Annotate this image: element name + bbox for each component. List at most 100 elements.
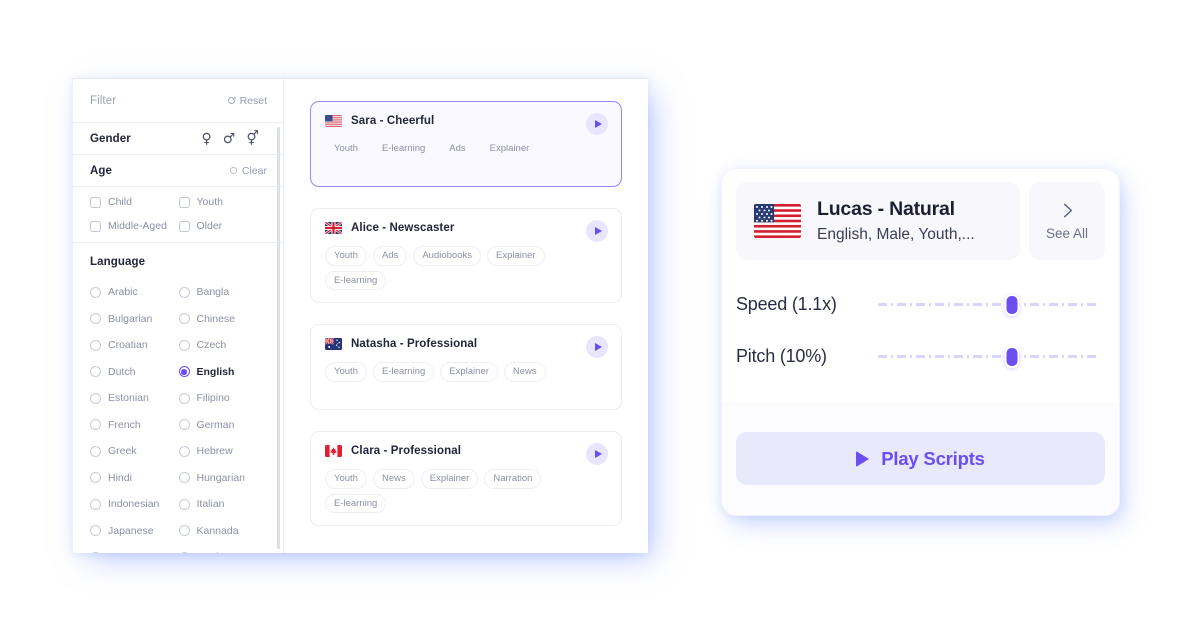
voice-preview-play-button[interactable]	[586, 443, 608, 465]
radio-icon	[178, 392, 190, 404]
radio-icon	[178, 286, 190, 298]
language-option-bangla[interactable]: Bangla	[178, 279, 268, 306]
voice-tag: News	[372, 469, 415, 489]
voice-preview-play-button[interactable]	[586, 220, 608, 242]
age-checkbox-middle-aged[interactable]: Middle-Aged	[90, 220, 179, 232]
play-scripts-button[interactable]: Play Scripts	[736, 432, 1105, 485]
language-option-filipino[interactable]: Filipino	[178, 385, 268, 412]
age-checkbox-child[interactable]: Child	[90, 196, 179, 208]
see-all-button[interactable]: See All	[1029, 182, 1105, 260]
checkbox-icon	[90, 220, 101, 232]
radio-icon	[90, 392, 101, 404]
language-option-japanese[interactable]: Japanese	[90, 518, 179, 545]
radio-icon	[90, 498, 101, 510]
male-icon[interactable]: ♂	[223, 132, 236, 146]
play-icon	[594, 120, 602, 128]
slider-thumb[interactable]	[1004, 294, 1020, 316]
language-option-chinese[interactable]: Chinese	[178, 306, 268, 333]
language-option-label: Indonesian	[108, 498, 160, 511]
language-option-hindi[interactable]: Hindi	[90, 465, 179, 492]
language-option-german[interactable]: German	[178, 412, 268, 439]
voice-card[interactable]: Clara - Professional Youth News Explainer Na…	[310, 431, 622, 526]
voice-tag: News	[503, 362, 546, 382]
voice-card-name: Sara - Cheerful	[351, 115, 435, 127]
language-option-label: Latvian	[197, 551, 231, 553]
language-option-kannada[interactable]: Kannada	[178, 518, 268, 545]
language-option-label: Arabic	[108, 286, 138, 299]
language-option-label: Bulgarian	[108, 312, 153, 325]
language-option-label: Dutch	[108, 365, 136, 378]
slider-thumb[interactable]	[1004, 346, 1020, 368]
voice-card[interactable]: Alice - Newscaster Youth Ads Audiobooks Expl…	[310, 208, 622, 303]
us-flag-icon	[754, 204, 801, 238]
age-label: Middle-Aged	[108, 220, 167, 232]
radio-icon	[90, 419, 101, 431]
slider-label: Speed (1.1x)	[736, 293, 837, 314]
checkbox-icon	[90, 196, 101, 208]
voice-tag: E-learning	[325, 493, 387, 513]
voice-preview-play-button[interactable]	[586, 113, 608, 135]
language-option-label: Filipino	[196, 392, 230, 405]
radio-icon	[90, 525, 101, 537]
voice-tag: Audiobooks	[413, 246, 481, 266]
see-all-label: See All	[1045, 226, 1089, 241]
language-title: Language	[90, 256, 146, 268]
checkbox-icon	[178, 196, 190, 208]
slider-label: Pitch (10%)	[736, 345, 827, 366]
radio-icon	[90, 313, 101, 325]
age-checkbox-older[interactable]: Older	[178, 220, 268, 232]
language-option-korean[interactable]: Korean	[90, 544, 179, 553]
play-icon	[594, 450, 602, 458]
voice-tag: Ads	[449, 143, 466, 154]
voice-tag: Explainer	[487, 246, 545, 266]
voice-preview-play-button[interactable]	[586, 336, 608, 358]
language-option-hebrew[interactable]: Hebrew	[178, 438, 268, 465]
refresh-icon	[227, 96, 235, 104]
filter-scrollbar[interactable]	[277, 127, 280, 549]
voice-card[interactable]: Natasha - Professional Youth E-learning Exp…	[310, 324, 622, 410]
clear-age-button[interactable]: Clear	[229, 165, 267, 177]
language-option-hungarian[interactable]: Hungarian	[178, 465, 268, 492]
slider-track[interactable]	[878, 346, 1097, 368]
language-radio-list[interactable]: Arabic Bangla Bulgarian Chinese Croatian Czec…	[73, 277, 283, 553]
voice-card-list[interactable]: Sara - Cheerful Youth E-learning Ads Explain…	[284, 79, 648, 553]
voice-tag: Explainer	[420, 469, 479, 489]
voice-tag: Youth	[325, 246, 367, 266]
voice-card[interactable]: Sara - Cheerful Youth E-learning Ads Explain…	[310, 101, 622, 187]
language-option-croatian[interactable]: Croatian	[90, 332, 179, 359]
circle-icon	[229, 166, 238, 175]
language-option-label: Croatian	[108, 339, 148, 352]
language-option-english[interactable]: English	[178, 359, 268, 386]
reset-filters-button[interactable]: Reset	[227, 95, 267, 107]
language-option-czech[interactable]: Czech	[178, 332, 268, 359]
language-option-indonesian[interactable]: Indonesian	[90, 491, 179, 518]
checkbox-icon	[178, 220, 190, 232]
age-checkbox-youth[interactable]: Youth	[178, 196, 268, 208]
language-option-bulgarian[interactable]: Bulgarian	[90, 306, 179, 333]
language-option-estonian[interactable]: Estonian	[90, 385, 179, 412]
female-icon[interactable]: ♀	[202, 132, 212, 146]
voice-card-tags: Youth E-learning Ads Explainer	[325, 139, 607, 159]
slider-track-line	[878, 303, 1097, 306]
language-option-label: English	[196, 365, 235, 378]
voice-tag: E-learning	[381, 143, 426, 154]
language-option-italian[interactable]: Italian	[178, 491, 268, 518]
filter-title: Filter	[90, 94, 117, 107]
radio-icon	[178, 419, 190, 431]
voice-tag: Narration	[484, 469, 542, 489]
age-label: Youth	[196, 196, 223, 208]
radio-icon	[90, 339, 101, 351]
radio-icon	[178, 551, 190, 553]
slider-track[interactable]	[878, 294, 1097, 316]
language-option-arabic[interactable]: Arabic	[90, 279, 179, 306]
language-option-french[interactable]: French	[90, 412, 179, 439]
selected-voice-card[interactable]: Lucas - Natural English, Male, Youth,...	[736, 182, 1020, 260]
language-option-latvian[interactable]: Latvian	[178, 544, 268, 553]
language-option-dutch[interactable]: Dutch	[90, 359, 179, 386]
male-female-icon[interactable]: ⚥	[246, 132, 259, 146]
language-option-greek[interactable]: Greek	[90, 438, 179, 465]
language-option-label: Estonian	[108, 392, 149, 405]
voice-tag: Explainer	[489, 143, 530, 154]
radio-icon	[90, 445, 101, 457]
radio-icon	[90, 472, 101, 484]
